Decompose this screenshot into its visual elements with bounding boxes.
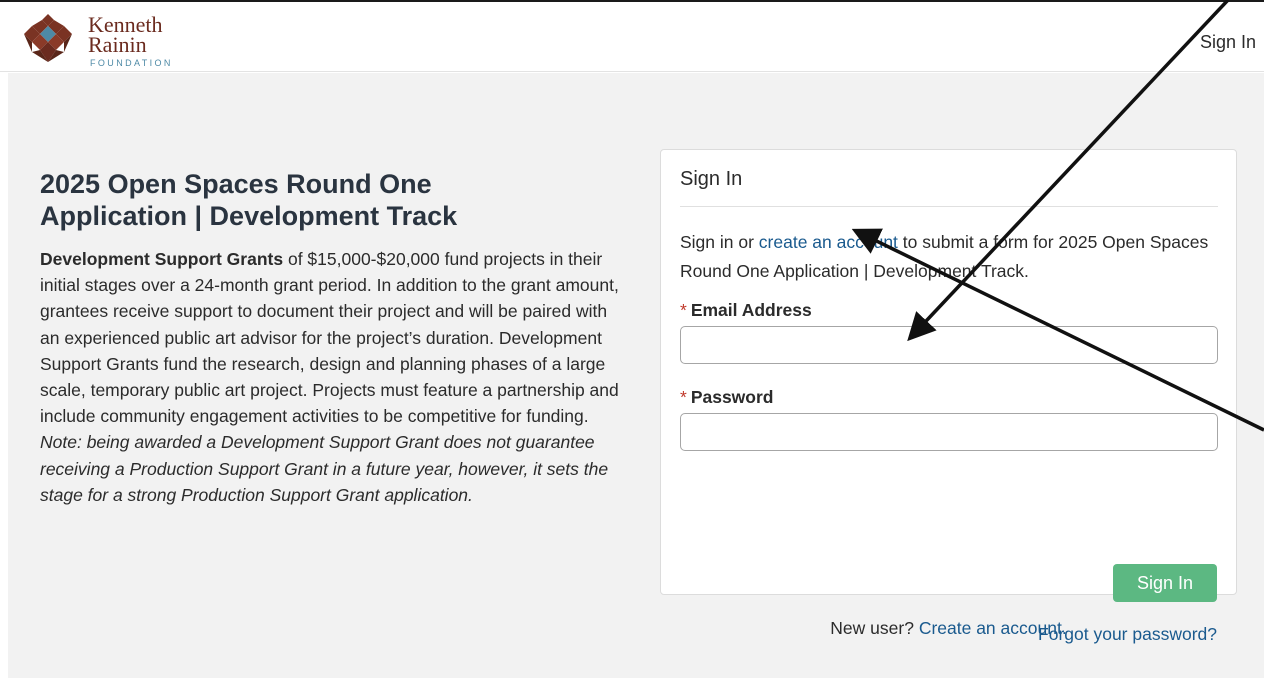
password-label: * Password <box>680 387 774 408</box>
password-input[interactable] <box>680 413 1218 451</box>
page-title-line-1: 2025 Open Spaces Round One <box>40 169 432 199</box>
card-divider <box>680 206 1218 207</box>
description-bold-lead: Development Support Grants <box>40 249 284 269</box>
page-title: 2025 Open Spaces Round One Application |… <box>40 168 620 232</box>
sign-in-card: Sign In Sign in or create an account to … <box>660 149 1237 644</box>
sign-in-intro: Sign in or create an account to submit a… <box>680 228 1220 286</box>
main-content: 2025 Open Spaces Round One Application |… <box>8 73 1264 678</box>
new-user-prefix: New user? <box>830 618 919 638</box>
new-user-prompt: New user? Create an account. <box>660 618 1237 639</box>
email-input[interactable] <box>680 326 1218 364</box>
intro-prefix: Sign in or <box>680 232 759 252</box>
kenneth-rainin-foundation-logo[interactable]: Kenneth Rainin FOUNDATION <box>22 10 212 72</box>
application-info: 2025 Open Spaces Round One Application |… <box>40 168 620 508</box>
sign-in-button[interactable]: Sign In <box>1113 564 1217 602</box>
email-label: * Email Address <box>680 300 812 321</box>
top-navbar: Kenneth Rainin FOUNDATION Sign In <box>0 0 1264 72</box>
create-account-inline-link[interactable]: create an account <box>759 232 898 252</box>
required-marker: * <box>680 300 687 320</box>
email-label-text: Email Address <box>690 300 812 320</box>
required-marker: * <box>680 387 687 407</box>
page-title-line-2: Application | Development Track <box>40 201 458 231</box>
logo-text-foundation: FOUNDATION <box>90 58 173 68</box>
header-sign-in-link[interactable]: Sign In <box>1200 32 1256 53</box>
application-description: Development Support Grants of $15,000-$2… <box>40 246 620 508</box>
logo-text-rainin: Rainin <box>88 32 147 57</box>
sign-in-card-heading: Sign In <box>680 168 743 190</box>
description-italic-note: Note: being awarded a Development Suppor… <box>40 432 609 505</box>
password-label-text: Password <box>690 387 774 407</box>
foundation-logo-icon <box>24 14 72 62</box>
description-body: of $15,000-$20,000 fund projects in thei… <box>40 249 619 427</box>
create-account-link[interactable]: Create an account. <box>919 618 1067 638</box>
